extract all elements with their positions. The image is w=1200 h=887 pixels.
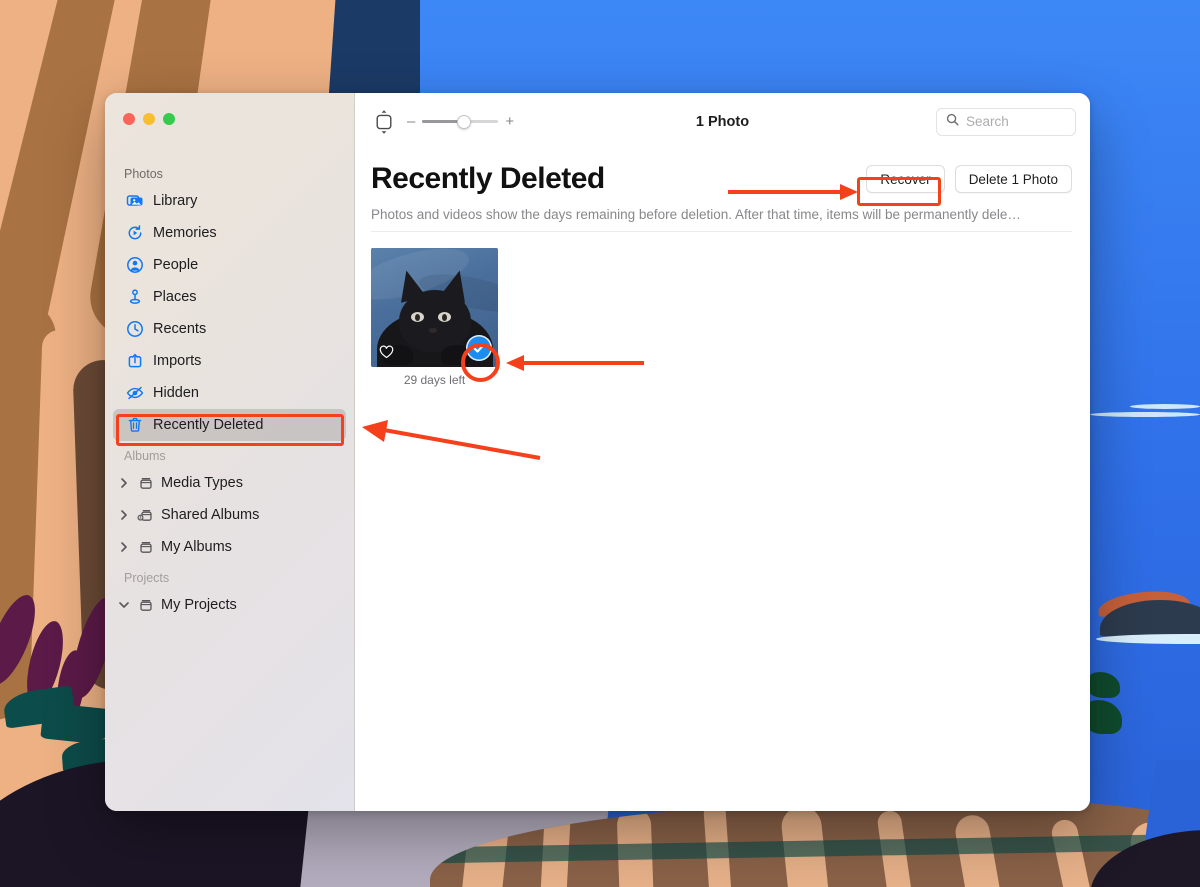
- sidebar-item-label: Hidden: [153, 385, 199, 401]
- delete-photo-button[interactable]: Delete 1 Photo: [954, 165, 1072, 193]
- sidebar-section-albums: Albums Media Types Shared Albums My Albu…: [105, 449, 354, 563]
- zoom-slider-group[interactable]: – +: [407, 114, 514, 129]
- wallpaper-ridge-band: [430, 800, 1200, 887]
- thumbnail-size-icon[interactable]: [373, 109, 395, 135]
- shared-album-folder-icon: [136, 506, 155, 525]
- album-folder-icon: [136, 474, 155, 493]
- recents-clock-icon: [125, 320, 144, 339]
- sidebar-item-people[interactable]: People: [113, 249, 346, 281]
- sidebar-item-imports[interactable]: Imports: [113, 345, 346, 377]
- search-placeholder: Search: [966, 114, 1009, 129]
- photo-thumbnail[interactable]: [371, 248, 498, 367]
- wallpaper-wisp: [1130, 404, 1200, 409]
- sidebar-item-label: My Projects: [161, 597, 237, 613]
- deletion-info-text: Photos and videos show the days remainin…: [371, 207, 1021, 222]
- toolbar-left-group: – +: [373, 109, 514, 135]
- sidebar-item-recents[interactable]: Recents: [113, 313, 346, 345]
- chevron-down-icon[interactable]: [118, 600, 130, 610]
- photos-library-icon: [125, 192, 144, 211]
- chevron-right-icon[interactable]: [118, 541, 130, 553]
- sidebar-section-title: Albums: [124, 449, 166, 463]
- sidebar-section-projects: Projects My Projects: [105, 571, 354, 621]
- sidebar-item-library[interactable]: Library: [113, 185, 346, 217]
- sidebar-item-label: Media Types: [161, 475, 243, 491]
- sidebar-item-my-projects[interactable]: My Projects: [113, 589, 346, 621]
- zoom-in-label[interactable]: +: [505, 114, 514, 129]
- sidebar-item-label: Library: [153, 193, 198, 209]
- photo-caption: 29 days left: [403, 373, 466, 387]
- people-icon: [125, 256, 144, 275]
- content-area: – + 1 Photo Search Recently Deleted Reco…: [355, 93, 1090, 811]
- sidebar-item-label: Memories: [153, 225, 217, 241]
- photo-count-title: 1 Photo: [695, 113, 750, 130]
- photo-cell[interactable]: 29 days left: [371, 248, 498, 387]
- sidebar-item-my-albums[interactable]: My Albums: [113, 531, 346, 563]
- sidebar-item-label: Imports: [153, 353, 202, 369]
- album-folder-icon: [136, 596, 155, 615]
- main-panel: Recently Deleted Recover Delete 1 Photo …: [355, 150, 1090, 811]
- sidebar-section-title: Photos: [124, 167, 163, 181]
- recover-button[interactable]: Recover: [866, 165, 945, 193]
- sidebar-item-places[interactable]: Places: [113, 281, 346, 313]
- slider-fill: [422, 120, 461, 123]
- page-title: Recently Deleted: [371, 162, 605, 195]
- sidebar-item-media-types[interactable]: Media Types: [113, 467, 346, 499]
- sidebar-item-shared-albums[interactable]: Shared Albums: [113, 499, 346, 531]
- sidebar-section-photos: Photos Library Memories People Places Re…: [105, 167, 354, 441]
- toolbar: – + 1 Photo Search: [355, 93, 1090, 150]
- hidden-eye-slash-icon: [125, 384, 144, 403]
- sidebar-item-label: Shared Albums: [161, 507, 260, 523]
- header-row: Recently Deleted Recover Delete 1 Photo: [371, 150, 1072, 196]
- search-icon: [946, 113, 959, 131]
- chevron-right-icon[interactable]: [118, 509, 130, 521]
- places-pin-icon: [125, 288, 144, 307]
- desktop-wallpaper: Photos Library Memories People Places Re…: [0, 0, 1200, 887]
- toolbar-right-group: Search: [936, 107, 1076, 136]
- slider-knob[interactable]: [457, 114, 472, 129]
- header-actions: Recover Delete 1 Photo: [866, 165, 1072, 193]
- zoom-slider[interactable]: [422, 114, 499, 129]
- sidebar-item-memories[interactable]: Memories: [113, 217, 346, 249]
- sidebar-item-label: Places: [153, 289, 197, 305]
- sidebar-section-title: Projects: [124, 571, 170, 585]
- sidebar-item-recently-deleted[interactable]: Recently Deleted: [113, 409, 346, 441]
- heart-outline-icon[interactable]: [379, 345, 394, 360]
- wallpaper-wisp: [1090, 412, 1200, 417]
- sidebar-item-label: My Albums: [161, 539, 232, 555]
- photo-selected-checkmark[interactable]: [466, 335, 492, 361]
- imports-icon: [125, 352, 144, 371]
- minimize-button[interactable]: [143, 113, 155, 125]
- zoom-out-label[interactable]: –: [407, 114, 415, 129]
- sidebar-item-hidden[interactable]: Hidden: [113, 377, 346, 409]
- close-button[interactable]: [123, 113, 135, 125]
- window-controls: [105, 93, 354, 125]
- trash-icon: [125, 416, 144, 435]
- chevron-right-icon[interactable]: [118, 477, 130, 489]
- sidebar-item-label: People: [153, 257, 199, 273]
- memories-icon: [125, 224, 144, 243]
- sidebar: Photos Library Memories People Places Re…: [105, 93, 355, 811]
- album-folder-icon: [136, 538, 155, 557]
- photo-grid: 29 days left: [371, 232, 1072, 387]
- maximize-button[interactable]: [163, 113, 175, 125]
- sidebar-item-label: Recently Deleted: [153, 417, 264, 433]
- photos-window: Photos Library Memories People Places Re…: [105, 93, 1090, 811]
- search-input[interactable]: Search: [936, 107, 1076, 136]
- sidebar-item-label: Recents: [153, 321, 207, 337]
